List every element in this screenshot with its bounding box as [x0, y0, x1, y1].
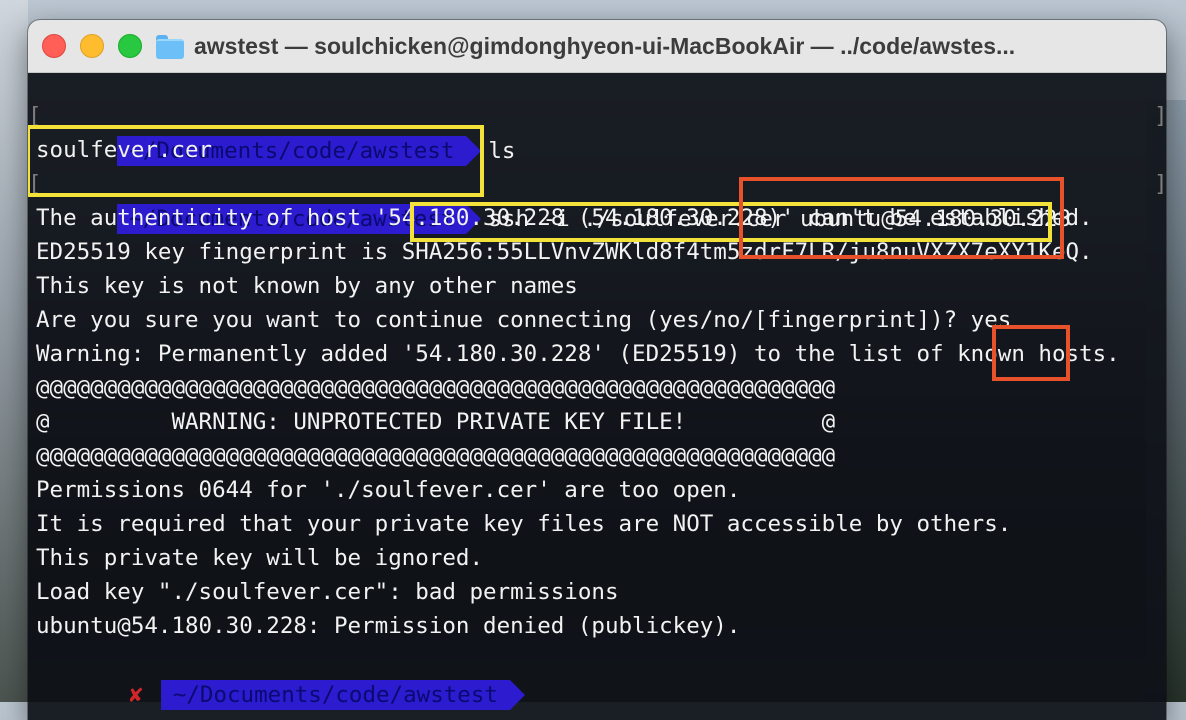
prompt-path-segment: ~/Documents/code/awstest	[160, 679, 526, 710]
ls-output: soulfever.cer	[36, 137, 213, 163]
output-line: ubuntu@54.180.30.228: Permission denied …	[36, 613, 741, 639]
desktop-wallpaper-left	[0, 0, 28, 702]
prompt-line-2: ~/Documents/code/awstest ssh -i ./soulfev…	[36, 167, 1071, 234]
close-button[interactable]	[42, 34, 66, 58]
output-line: @ WARNING: UNPROTECTED PRIVATE KEY FILE!…	[36, 409, 836, 435]
output-line: @@@@@@@@@@@@@@@@@@@@@@@@@@@@@@@@@@@@@@@@…	[36, 375, 836, 401]
output-line: Load key "./soulfever.cer": bad permissi…	[36, 579, 619, 605]
output-line: This private key will be ignored.	[36, 545, 484, 571]
terminal-content[interactable]: [ ] ~/Documents/code/awstestls soulfever…	[28, 73, 1166, 720]
prompt-bracket-close: ]	[1154, 99, 1166, 133]
output-line: It is required that your private key fil…	[36, 511, 1012, 537]
prompt-line-3[interactable]: ✘ ~/Documents/code/awstest	[48, 643, 526, 710]
output-line: Are you sure you want to continue connec…	[36, 307, 1012, 333]
error-status-icon: ✘	[129, 681, 143, 708]
prompt-command: ls	[488, 137, 516, 164]
traffic-lights	[42, 34, 142, 58]
zoom-button[interactable]	[118, 34, 142, 58]
folder-icon	[156, 35, 184, 59]
terminal-window: awstest — soulchicken@gimdonghyeon-ui-Ma…	[28, 20, 1166, 720]
output-line: @@@@@@@@@@@@@@@@@@@@@@@@@@@@@@@@@@@@@@@@…	[36, 443, 836, 469]
output-line: ED25519 key fingerprint is SHA256:55LLVn…	[36, 239, 1093, 265]
output-line: Warning: Permanently added '54.180.30.22…	[36, 341, 1120, 367]
output-line: This key is not known by any other names	[36, 273, 578, 299]
minimize-button[interactable]	[80, 34, 104, 58]
title-bar[interactable]: awstest — soulchicken@gimdonghyeon-ui-Ma…	[28, 20, 1166, 73]
window-title: awstest — soulchicken@gimdonghyeon-ui-Ma…	[194, 32, 1016, 59]
output-line: The authenticity of host '54.180.30.228 …	[36, 205, 1093, 231]
prompt-bracket-close: ]	[1154, 167, 1166, 201]
prompt-line-1: ~/Documents/code/awstest ls	[36, 99, 515, 166]
output-line: Permissions 0644 for './soulfever.cer' a…	[36, 477, 741, 503]
